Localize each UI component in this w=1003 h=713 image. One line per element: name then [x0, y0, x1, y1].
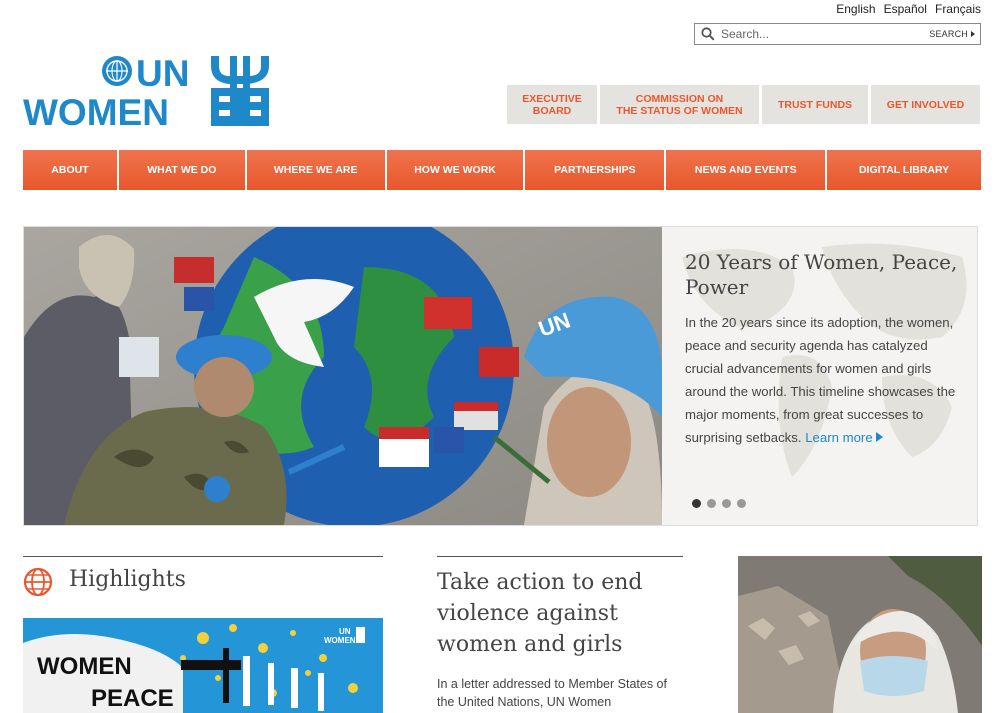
commission-status-women-button[interactable]: COMMISSION ON THE STATUS OF WOMEN [600, 85, 759, 124]
logo-women-text: WOMEN [23, 92, 169, 128]
hero-image[interactable]: UN [24, 227, 662, 525]
language-espanol[interactable]: Español [884, 2, 927, 16]
banner-logo-un-text: UN [339, 627, 351, 636]
language-english[interactable]: English [836, 2, 875, 16]
highlights-divider [23, 556, 383, 557]
globe-icon [23, 567, 53, 602]
search-button-label: SEARCH [929, 29, 968, 39]
carousel-dot-4[interactable] [737, 499, 746, 508]
learn-more-link[interactable]: Learn more [805, 430, 883, 445]
util-label: GET INVOLVED [886, 98, 965, 111]
nav-label: WHAT WE DO [147, 164, 217, 176]
nav-label: PARTNERSHIPS [554, 164, 636, 176]
util-label-line2: THE STATUS OF WOMEN [616, 104, 743, 117]
trust-funds-button[interactable]: TRUST FUNDS [762, 85, 868, 124]
util-label: TRUST FUNDS [777, 98, 853, 111]
learn-more-label: Learn more [805, 430, 873, 445]
un-women-logo[interactable]: UN WOMEN [23, 53, 273, 133]
hero-text-panel: 20 Years of Women, Peace, Power In the 2… [662, 227, 977, 525]
nav-item-about[interactable]: ABOUT [23, 150, 119, 190]
feature-title[interactable]: Take action to end violence against wome… [437, 567, 682, 660]
arrow-right-icon [971, 31, 975, 37]
carousel-dot-1[interactable] [692, 499, 701, 508]
carousel-pagination [692, 499, 746, 508]
search-icon [695, 27, 721, 41]
feature-image[interactable] [738, 556, 982, 713]
main-nav: ABOUT WHAT WE DO WHERE WE ARE HOW WE WOR… [23, 150, 982, 190]
get-involved-button[interactable]: GET INVOLVED [871, 85, 980, 124]
nav-label: HOW WE WORK [414, 164, 496, 176]
utility-nav: EXECUTIVE BOARD COMMISSION ON THE STATUS O… [507, 85, 980, 124]
search-input[interactable] [721, 25, 930, 43]
language-francais[interactable]: Français [935, 2, 981, 16]
feature-text: In a letter addressed to Member States o… [437, 677, 667, 709]
nav-item-digital-library[interactable]: DIGITAL LIBRARY [827, 150, 982, 190]
search-button[interactable]: SEARCH [929, 29, 980, 39]
nav-item-where-we-are[interactable]: WHERE WE ARE [246, 150, 387, 190]
arrow-right-icon [875, 432, 883, 442]
feature-divider [437, 556, 683, 557]
hero-body-text: In the 20 years since its adoption, the … [685, 315, 956, 445]
language-switcher: English Español Français [836, 2, 981, 16]
carousel-dot-2[interactable] [707, 499, 716, 508]
util-label-line1: EXECUTIVE [522, 92, 582, 105]
nav-label: DIGITAL LIBRARY [858, 164, 950, 176]
util-label-line1: COMMISSION ON [635, 92, 724, 105]
logo-un-text: UN [136, 54, 189, 94]
carousel-dot-3[interactable] [722, 499, 731, 508]
highlights-banner[interactable]: WOMEN PEACE UN WOMEN [23, 618, 383, 713]
logo-equality-symbol-icon [211, 56, 269, 126]
hero-body: In the 20 years since its adoption, the … [685, 311, 957, 449]
nav-item-partnerships[interactable]: PARTNERSHIPS [525, 150, 667, 190]
hero-carousel: UN 20 Years of Women, Peace, Power In th… [23, 226, 978, 526]
banner-logo-women-text: WOMEN [324, 636, 356, 645]
nav-item-how-we-work[interactable]: HOW WE WORK [386, 150, 526, 190]
util-label-line2: BOARD [532, 104, 572, 117]
banner-peace-text: PEACE [91, 685, 174, 712]
hero-title: 20 Years of Women, Peace, Power [685, 250, 958, 299]
search-box: SEARCH [694, 23, 981, 45]
highlights-title: Highlights [69, 567, 186, 592]
banner-women-text: WOMEN [37, 653, 132, 680]
nav-label: ABOUT [51, 164, 89, 176]
nav-label: NEWS AND EVENTS [694, 164, 797, 176]
nav-item-what-we-do[interactable]: WHAT WE DO [118, 150, 247, 190]
un-emblem-icon [102, 56, 132, 86]
nav-item-news-and-events[interactable]: NEWS AND EVENTS [666, 150, 828, 190]
nav-label: WHERE WE ARE [273, 164, 358, 176]
executive-board-button[interactable]: EXECUTIVE BOARD [507, 85, 597, 124]
